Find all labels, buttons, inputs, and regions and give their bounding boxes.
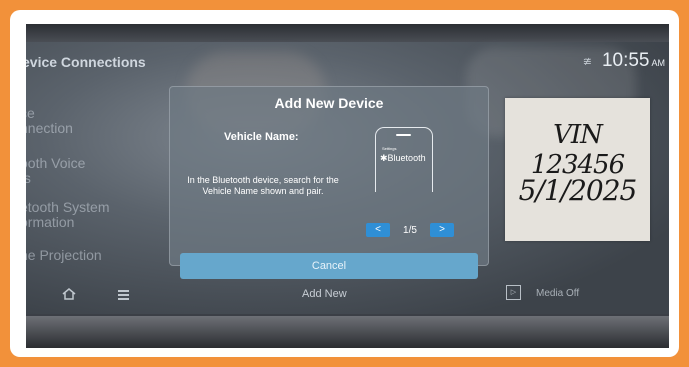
add-device-dialog: Add New Device Vehicle Name: In the Blue… [169, 86, 489, 279]
clock-time: 10:55 [601, 50, 650, 71]
clock-ampm: AM [651, 58, 666, 68]
next-page-button[interactable]: > [430, 223, 454, 237]
screen-bezel-bottom [26, 316, 669, 348]
sidebar-item-bluetooth-voice[interactable]: ooth Voice ts [26, 156, 85, 186]
sidebar-item-bluetooth-system-info[interactable]: etooth System ormation [26, 200, 110, 230]
bluetooth-icon: ✱ [380, 153, 388, 163]
phone-notch [396, 134, 411, 136]
cancel-button[interactable]: Cancel [180, 253, 478, 279]
bottom-bar: Add New ▷ Media Off [26, 282, 669, 312]
status-bar: ≇ 10:55 AM [583, 50, 665, 72]
note-vin: VIN 123456 [530, 120, 625, 180]
photo-frame: evice Connections ≇ 10:55AM ce nnection … [0, 0, 689, 367]
phone-bluetooth-label: Bluetooth [387, 153, 426, 163]
phone-bluetooth-row: ✱Bluetooth [380, 153, 426, 164]
screen-bezel-top [26, 24, 669, 42]
signal-icon: ≇ [582, 55, 592, 68]
page-indicator: 1/5 [403, 224, 417, 236]
prev-page-button[interactable]: < [366, 223, 390, 237]
media-off-button[interactable]: Media Off [536, 288, 579, 299]
infotainment-photo: evice Connections ≇ 10:55AM ce nnection … [26, 24, 669, 348]
handwritten-note: VIN 123456 5/1/2025 [505, 98, 650, 241]
sidebar-item-device-connection[interactable]: ce nnection [26, 106, 73, 136]
add-new-button[interactable]: Add New [302, 288, 347, 300]
sidebar-item-phone-projection[interactable]: ne Projection [26, 248, 102, 263]
dialog-title: Add New Device [274, 95, 384, 111]
home-icon[interactable] [62, 288, 76, 300]
vehicle-name-label: Vehicle Name: [224, 131, 299, 143]
pager: < 1/5 > [366, 223, 454, 237]
phone-settings-label: Settings [382, 146, 397, 151]
media-off-icon[interactable]: ▷ [506, 285, 521, 300]
phone-illustration: Settings ✱Bluetooth [375, 127, 433, 192]
clock: 10:55 AM [602, 50, 665, 72]
pairing-instructions: In the Bluetooth device, search for the … [187, 175, 339, 196]
page-title: evice Connections [26, 54, 146, 70]
note-date: 5/1/2025 [518, 174, 638, 207]
menu-icon[interactable] [118, 290, 129, 302]
